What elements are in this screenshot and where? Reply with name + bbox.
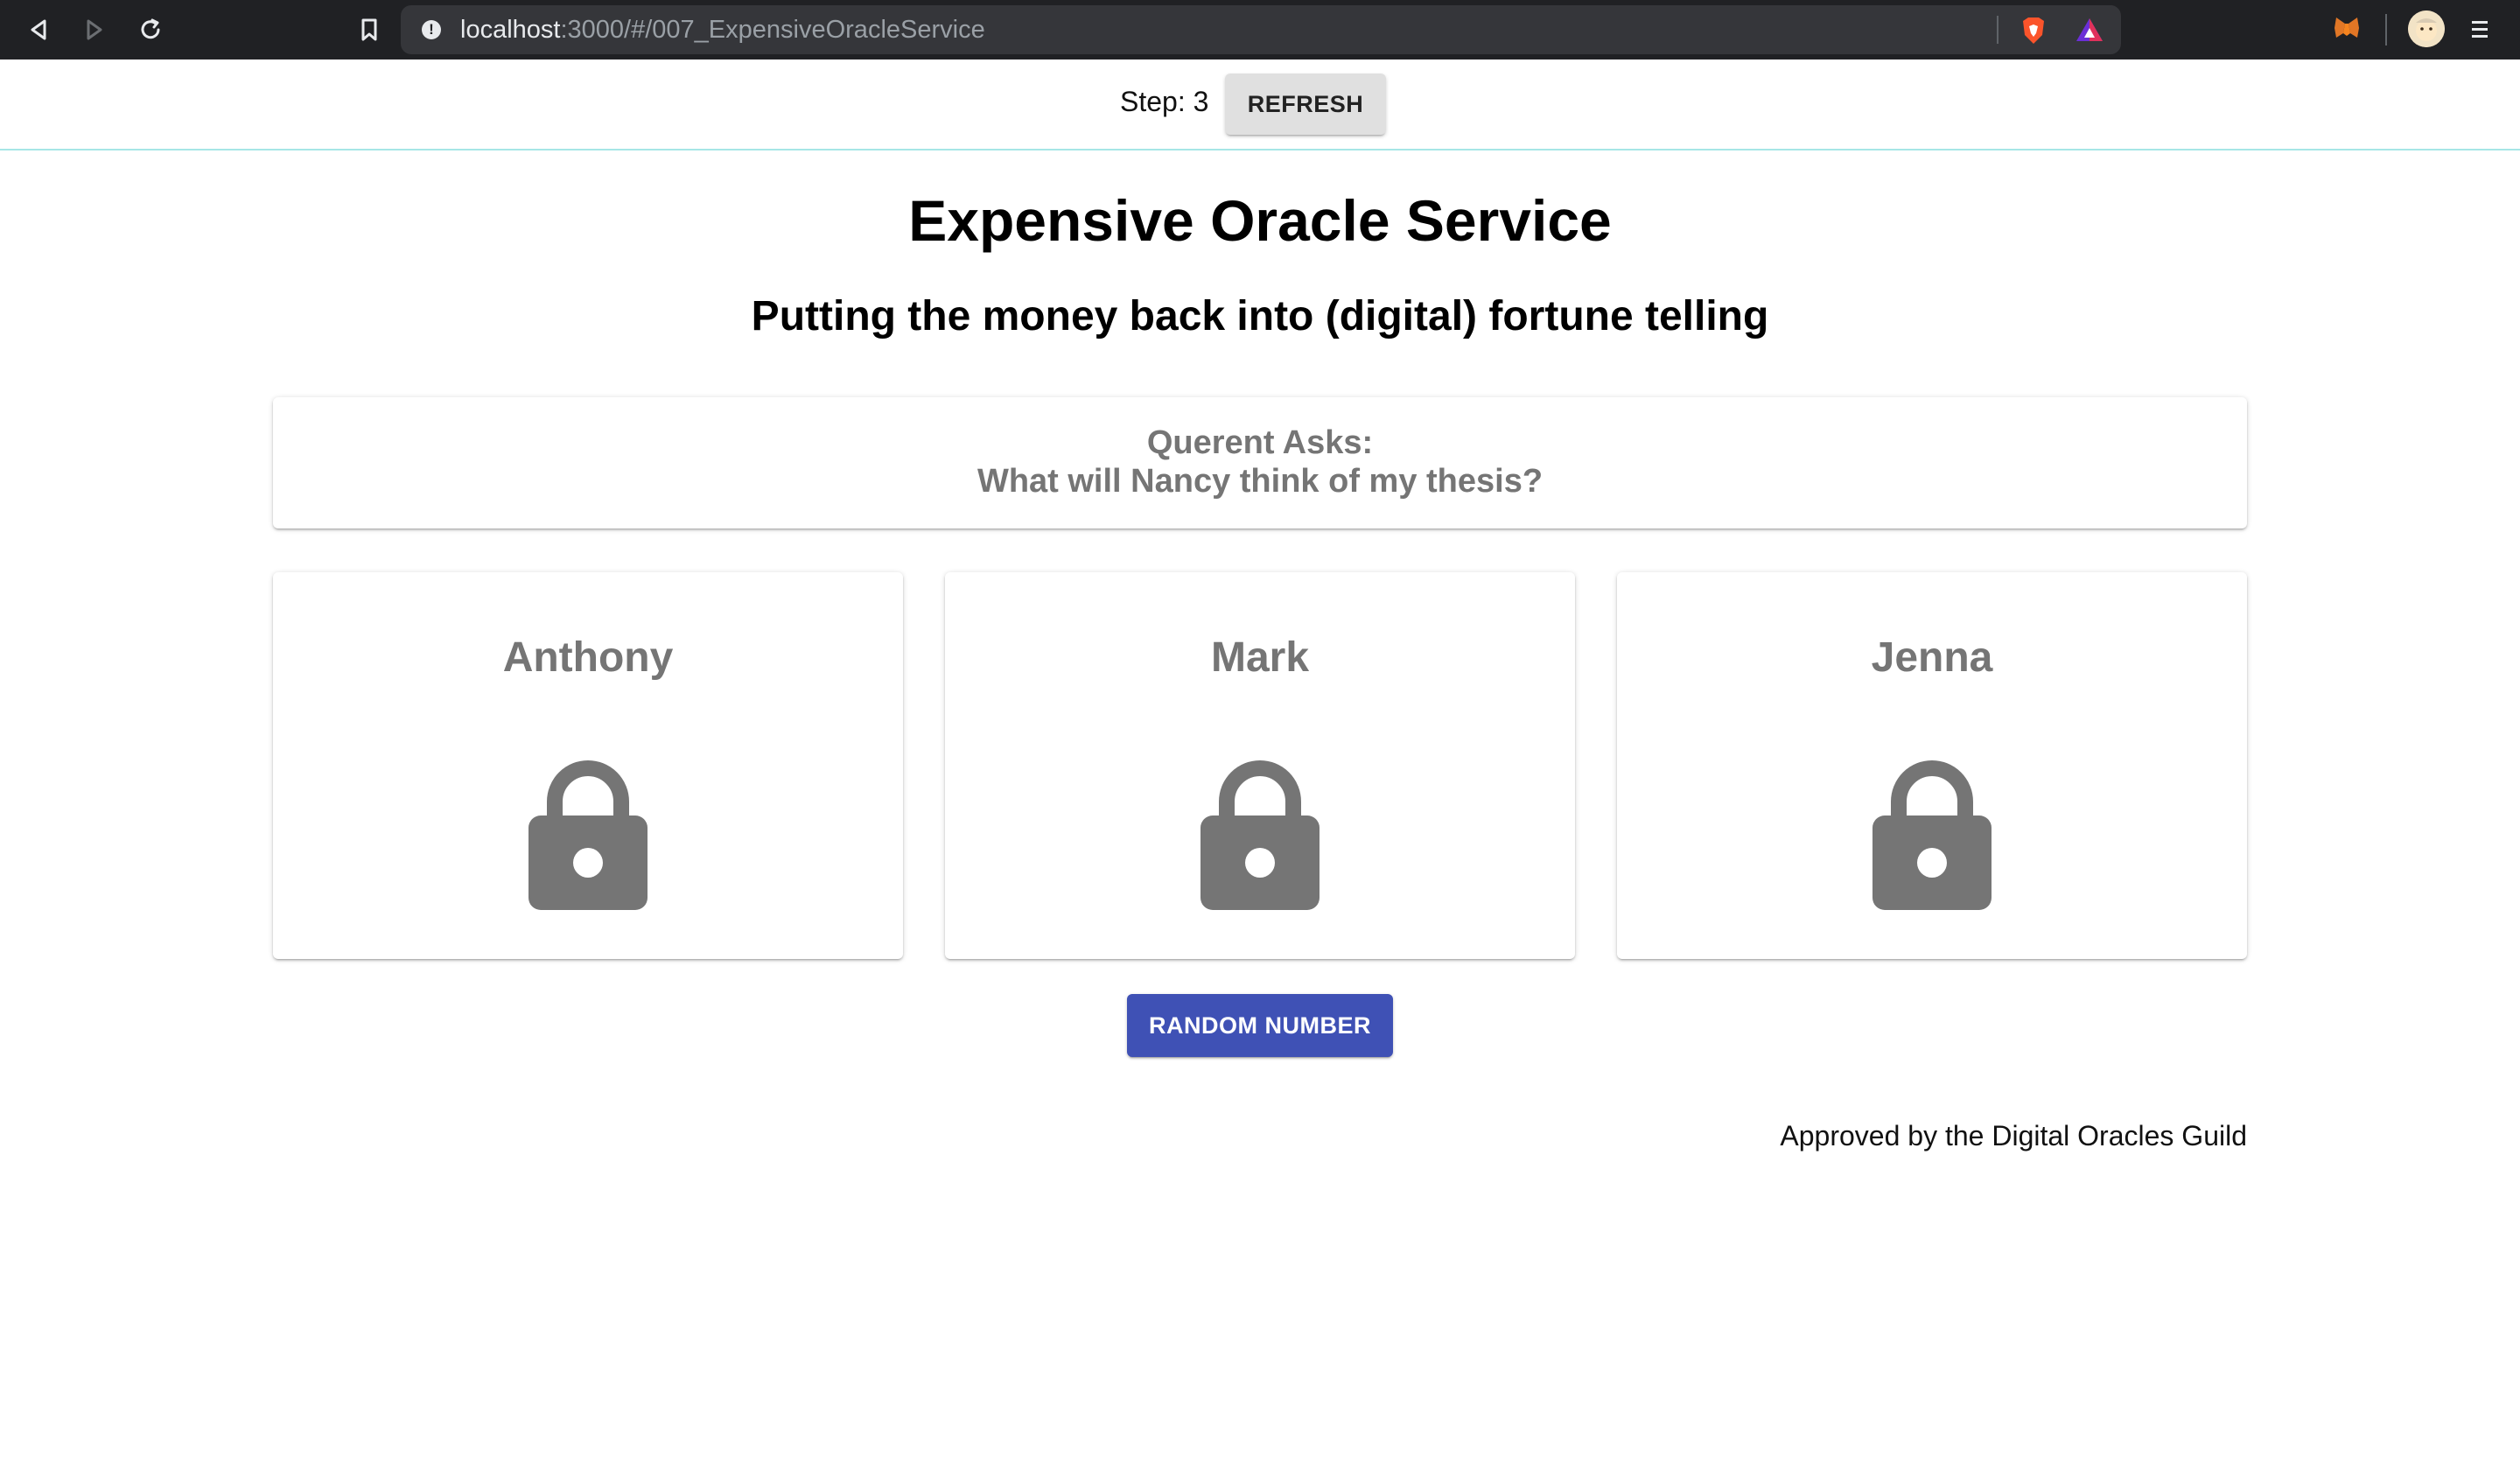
url-host: localhost bbox=[460, 16, 561, 44]
question-heading: Querent Asks: bbox=[1146, 424, 1374, 461]
menu-icon[interactable] bbox=[2469, 14, 2490, 46]
back-button[interactable] bbox=[21, 12, 56, 47]
oracle-name: Mark bbox=[1210, 634, 1310, 681]
step-value: 3 bbox=[1193, 86, 1209, 117]
bookmark-icon bbox=[361, 18, 377, 41]
forward-button[interactable] bbox=[77, 12, 112, 47]
oracle-name: Anthony bbox=[502, 634, 674, 681]
brave-shields-icon[interactable] bbox=[2020, 16, 2048, 46]
toolbar-separator bbox=[2385, 14, 2387, 46]
metamask-extension-icon[interactable] bbox=[2333, 14, 2361, 42]
oracle-card-mark: Mark bbox=[945, 572, 1575, 959]
profile-avatar[interactable] bbox=[2408, 10, 2445, 47]
lock-icon bbox=[528, 760, 648, 910]
refresh-button[interactable]: REFRESH bbox=[1225, 74, 1386, 135]
reload-icon bbox=[141, 18, 160, 39]
step-label: Step: bbox=[1120, 86, 1186, 117]
oracle-name: Jenna bbox=[1871, 634, 1993, 681]
avatar-face-icon bbox=[2408, 10, 2445, 47]
step-toolbar: Step: 3 REFRESH bbox=[0, 60, 2520, 150]
site-info-icon[interactable]: ! bbox=[422, 20, 441, 39]
reload-button[interactable] bbox=[133, 12, 168, 47]
step-indicator: Step: 3 bbox=[1120, 84, 1208, 119]
oracle-card-anthony: Anthony bbox=[273, 572, 903, 959]
oracle-card-jenna: Jenna bbox=[1617, 572, 2247, 959]
question-card: Querent Asks: What will Nancy think of m… bbox=[273, 397, 2247, 528]
brave-rewards-icon[interactable] bbox=[2074, 16, 2105, 44]
random-number-button[interactable]: RANDOM NUMBER bbox=[1127, 994, 1393, 1057]
address-url[interactable]: localhost:3000/#/007_ExpensiveOracleServ… bbox=[460, 5, 985, 54]
forward-arrow-icon bbox=[87, 19, 102, 40]
url-path: :3000/#/007_ExpensiveOracleService bbox=[560, 16, 985, 44]
question-text: What will Nancy think of my thesis? bbox=[976, 463, 1544, 500]
address-bar[interactable]: ! localhost:3000/#/007_ExpensiveOracleSe… bbox=[401, 5, 2121, 54]
bookmark-button[interactable] bbox=[352, 12, 387, 47]
page-subtitle: Putting the money back into (digital) fo… bbox=[751, 293, 1769, 340]
page-title: Expensive Oracle Service bbox=[908, 188, 1612, 253]
back-arrow-icon bbox=[31, 19, 46, 40]
lock-icon bbox=[1872, 760, 1992, 910]
browser-toolbar: ! localhost:3000/#/007_ExpensiveOracleSe… bbox=[0, 0, 2520, 60]
address-separator bbox=[1997, 16, 1998, 44]
footer-text: Approved by the Digital Oracles Guild bbox=[1780, 1120, 2247, 1152]
lock-icon bbox=[1200, 760, 1320, 910]
